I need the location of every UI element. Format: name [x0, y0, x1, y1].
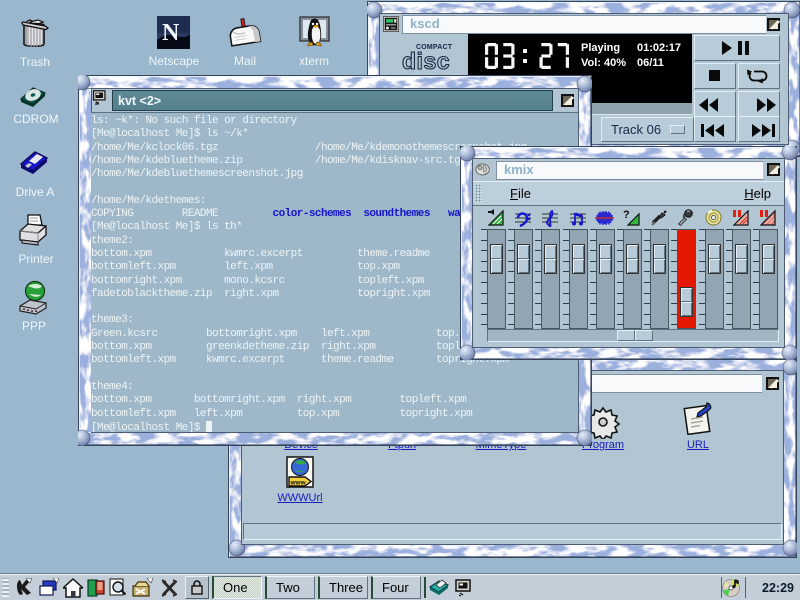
svg-text:N: N: [162, 20, 180, 46]
svg-text:www: www: [290, 480, 307, 487]
svg-text:?: ?: [623, 209, 630, 221]
